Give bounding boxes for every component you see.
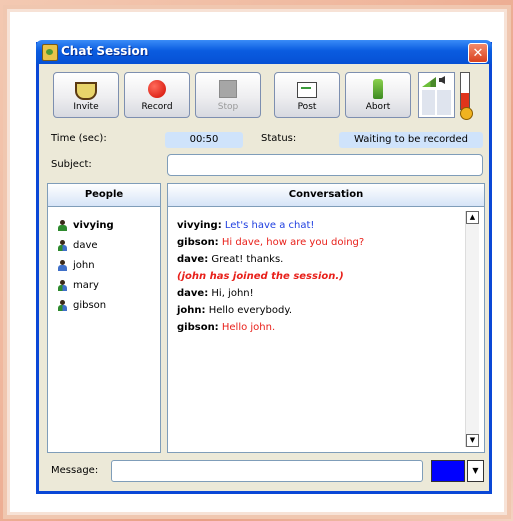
abort-icon xyxy=(373,79,383,99)
abort-label: Abort xyxy=(365,102,391,112)
person-icon xyxy=(58,280,67,291)
microphone-icon[interactable] xyxy=(460,107,473,120)
person-icon xyxy=(58,260,67,271)
person-item[interactable]: mary xyxy=(58,280,99,291)
message-row: gibson: Hi dave, how are you doing? xyxy=(177,237,364,248)
message-label: Message: xyxy=(51,465,99,476)
post-button[interactable]: Post xyxy=(274,72,340,118)
status-value: Waiting to be recorded xyxy=(339,132,483,148)
person-name: gibson xyxy=(73,300,107,311)
record-button[interactable]: Record xyxy=(124,72,190,118)
message-text: Hello john. xyxy=(221,322,276,333)
message-sender: gibson: xyxy=(177,237,219,248)
volume-slider[interactable] xyxy=(422,90,451,115)
person-name: john xyxy=(73,260,95,271)
scroll-up-icon[interactable]: ▲ xyxy=(466,211,479,224)
conversation-header: Conversation xyxy=(168,184,484,207)
people-header: People xyxy=(48,184,160,207)
person-icon xyxy=(58,220,67,231)
record-label: Record xyxy=(141,102,173,112)
message-row: john: Hello everybody. xyxy=(177,305,292,316)
conversation-panel: Conversation vivying: Let's have a chat!… xyxy=(167,183,485,453)
person-item[interactable]: vivying xyxy=(58,220,114,231)
message-row: dave: Hi, john! xyxy=(177,288,254,299)
message-sender: dave: xyxy=(177,288,209,299)
stop-icon xyxy=(219,80,237,98)
volume-control[interactable] xyxy=(418,72,455,118)
message-sender: vivying: xyxy=(177,220,222,231)
volume-level-icon xyxy=(422,77,436,87)
chevron-down-icon: ▼ xyxy=(472,466,479,475)
system-message: (john has joined the session.) xyxy=(177,271,344,282)
subject-label: Subject: xyxy=(51,159,92,170)
post-icon xyxy=(297,82,317,98)
person-name: dave xyxy=(73,240,98,251)
subject-input[interactable] xyxy=(167,154,483,176)
time-label: Time (sec): xyxy=(51,133,107,144)
stop-label: Stop xyxy=(217,102,239,112)
message-row: dave: Great! thanks. xyxy=(177,254,283,265)
person-item[interactable]: john xyxy=(58,260,95,271)
message-sender: john: xyxy=(177,305,206,316)
conversation-scrollbar[interactable]: ▲ ▼ xyxy=(465,211,479,447)
stop-button[interactable]: Stop xyxy=(195,72,261,118)
invite-icon xyxy=(75,82,97,100)
person-name: vivying xyxy=(73,220,114,231)
person-name: mary xyxy=(73,280,99,291)
person-item[interactable]: gibson xyxy=(58,300,106,311)
message-text: Let's have a chat! xyxy=(224,220,315,231)
message-sender: gibson: xyxy=(177,322,219,333)
scroll-down-icon[interactable]: ▼ xyxy=(466,434,479,447)
status-label: Status: xyxy=(261,133,297,144)
mic-level-meter xyxy=(460,72,470,110)
speaker-icon xyxy=(439,76,445,84)
person-icon xyxy=(58,300,67,311)
message-text: Hello everybody. xyxy=(208,305,292,316)
chat-session-window: Chat Session ✕ Invite Record Stop Post A… xyxy=(36,40,492,494)
time-value: 00:50 xyxy=(165,132,243,148)
window-title: Chat Session xyxy=(61,44,149,58)
message-sender: dave: xyxy=(177,254,209,265)
close-button[interactable]: ✕ xyxy=(468,43,488,63)
invite-label: Invite xyxy=(73,102,99,112)
app-icon xyxy=(42,44,58,61)
message-input[interactable] xyxy=(111,460,423,482)
people-panel: People vivying dave john mary gibson xyxy=(47,183,161,453)
message-text: Hi dave, how are you doing? xyxy=(221,237,365,248)
abort-button[interactable]: Abort xyxy=(345,72,411,118)
message-text: Great! thanks. xyxy=(211,254,284,265)
record-icon xyxy=(148,80,166,98)
invite-button[interactable]: Invite xyxy=(53,72,119,118)
person-item[interactable]: dave xyxy=(58,240,98,251)
person-icon xyxy=(58,240,67,251)
message-text: Hi, john! xyxy=(211,288,254,299)
message-row: vivying: Let's have a chat! xyxy=(177,220,314,231)
text-color-swatch[interactable] xyxy=(431,460,465,482)
title-bar[interactable]: Chat Session ✕ xyxy=(36,40,492,64)
color-dropdown-button[interactable]: ▼ xyxy=(467,460,484,482)
message-row: gibson: Hello john. xyxy=(177,322,275,333)
close-icon: ✕ xyxy=(472,45,484,61)
post-label: Post xyxy=(297,102,317,112)
